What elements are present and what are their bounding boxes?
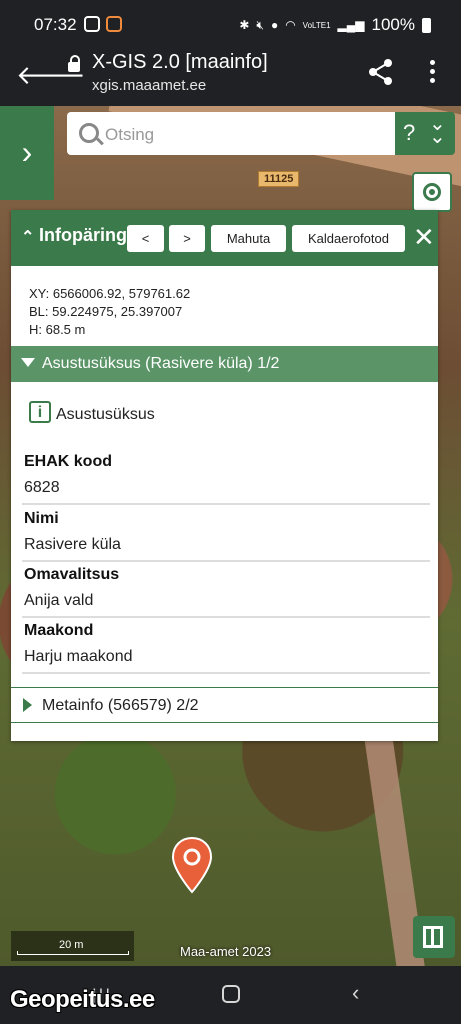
attr-value: Rasivere küla [24, 536, 121, 553]
bluetooth-icon: ✱ [239, 18, 250, 32]
search-input[interactable] [103, 112, 387, 157]
coordinates: XY: 6566006.92, 579761.62 BL: 59.224975,… [29, 285, 190, 339]
divider [22, 560, 430, 562]
crosshair-dot [429, 189, 435, 195]
info-panel-title: Infopäring [39, 225, 127, 245]
status-bar: 07:32 ✱ 🔇︎ ● ◠ VoLTE1 ▂▄▆ 100% [0, 0, 461, 48]
attr-label: EHAK kood [24, 453, 112, 470]
mute-icon: 🔇︎ [256, 17, 264, 32]
battery-icon [422, 17, 431, 33]
locate-button[interactable] [412, 172, 452, 212]
search-actions: ? ⌄ ⌄ [395, 112, 455, 155]
divider [22, 672, 430, 674]
attr-value: Harju maakond [24, 648, 133, 665]
signal-icon: ▂▄▆ [337, 18, 365, 32]
expand-chevrons-icon[interactable]: ⌄ ⌄ [429, 114, 446, 147]
location-icon: ● [270, 18, 279, 32]
network-label: VoLTE1 [302, 20, 331, 30]
chevron-right-icon: › [21, 134, 33, 170]
app-notification-icon [84, 16, 100, 32]
road-number-label: 11125 [258, 171, 300, 187]
lock-icon [68, 55, 80, 72]
oblique-photos-button[interactable]: Kaldaerofotod [292, 225, 405, 252]
previous-button[interactable]: < [127, 225, 164, 252]
info-panel: ⌃ Infopäring < > Mahuta Kaldaerofotod ✕ … [11, 210, 438, 741]
map-view[interactable]: 11125 › ? ⌄⌄ ⌃ Infopäring < > Mahuta Kal… [0, 106, 461, 966]
triangle-down-icon [21, 358, 35, 367]
divider [22, 616, 430, 618]
wifi-icon: ◠ [285, 18, 296, 32]
attr-label: Nimi [24, 510, 59, 527]
close-icon[interactable]: ✕ [413, 222, 435, 253]
help-button[interactable]: ? [403, 120, 415, 146]
attr-label: Omavalitsus [24, 566, 120, 583]
coords-xy: XY: 6566006.92, 579761.62 [29, 286, 191, 301]
divider [22, 503, 430, 505]
map-icon [423, 926, 443, 948]
feature-type: Asustusüksus [56, 406, 155, 423]
search-box[interactable] [67, 112, 395, 157]
attr-label: Maakond [24, 622, 94, 639]
app-notification-icon [106, 16, 122, 32]
home-icon[interactable] [222, 985, 240, 1003]
search-icon [79, 123, 99, 143]
page-title: X-GIS 2.0 [maainfo] [92, 51, 268, 73]
layers-button[interactable] [413, 916, 455, 958]
system-nav-bar: ||| ‹ Geopeitus.ee [0, 966, 461, 1024]
section-settlement[interactable]: Asustusüksus (Rasivere küla) 1/2 [11, 346, 438, 382]
triangle-right-icon [23, 698, 32, 712]
attr-value: Anija vald [24, 592, 94, 609]
map-attribution: Maa-amet 2023 [180, 944, 272, 959]
battery-percent: 100% [371, 15, 415, 34]
browser-bar: 🡐 X-GIS 2.0 [maainfo] xgis.maaamet.ee [0, 48, 461, 106]
coords-height: H: 68.5 m [29, 322, 86, 337]
more-options-icon[interactable] [430, 60, 436, 87]
scale-bar: 20 m [11, 931, 134, 961]
status-time: 07:32 [34, 15, 77, 34]
share-icon[interactable] [368, 58, 394, 86]
info-icon: i [29, 401, 51, 423]
section-title: Metainfo (566579) 2/2 [42, 697, 199, 714]
collapse-icon[interactable]: ⌃ [21, 227, 34, 247]
scale-line [17, 951, 129, 955]
status-right: ✱ 🔇︎ ● ◠ VoLTE1 ▂▄▆ 100% [239, 15, 431, 35]
map-pin-icon[interactable] [171, 836, 213, 894]
attr-value: 6828 [24, 479, 60, 496]
info-panel-header: ⌃ Infopäring < > Mahuta Kaldaerofotod ✕ [11, 210, 438, 266]
section-metainfo[interactable]: Metainfo (566579) 2/2 [11, 687, 438, 723]
watermark: Geopeitus.ee [10, 986, 155, 1013]
sidebar-toggle-button[interactable]: › [0, 106, 54, 200]
section-title: Asustusüksus (Rasivere küla) 1/2 [42, 355, 280, 372]
next-button[interactable]: > [169, 225, 205, 252]
fit-button[interactable]: Mahuta [211, 225, 286, 252]
coords-bl: BL: 59.224975, 25.397007 [29, 304, 183, 319]
scale-label: 20 m [59, 939, 84, 951]
back-icon[interactable]: ‹ [352, 980, 359, 1006]
notification-icons [84, 16, 122, 32]
page-url[interactable]: xgis.maaamet.ee [92, 77, 206, 94]
